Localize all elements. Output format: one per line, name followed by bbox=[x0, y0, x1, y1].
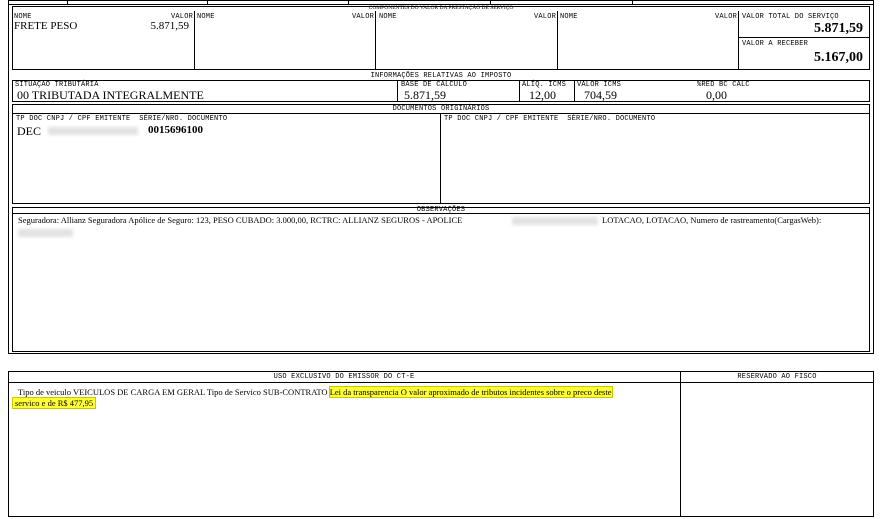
col-divider bbox=[375, 11, 376, 70]
obs-text-2: LOTACAO, LOTACAO, Numero de rastreamento… bbox=[602, 215, 822, 225]
obs-text-1: Seguradora: Allianz Seguradora Apólice d… bbox=[18, 215, 463, 225]
emissor-title: USO EXCLUSIVO DO EMISSOR DO CT-E bbox=[273, 373, 415, 381]
redacted-cnpj bbox=[48, 127, 138, 135]
fisco-divider bbox=[680, 371, 681, 517]
base-value: 5.871,59 bbox=[404, 88, 446, 102]
component-value: 5.871,59 bbox=[150, 20, 190, 32]
emissor-text-plain: Tipo de veiculo VEICULOS DE CARGA EM GER… bbox=[18, 387, 328, 397]
col-divider bbox=[519, 80, 520, 102]
redacted-apolice bbox=[512, 217, 598, 225]
icms-value: 704,59 bbox=[584, 88, 617, 102]
docs-title-divider bbox=[12, 113, 870, 114]
name-label: NOME bbox=[560, 13, 578, 21]
obs-section bbox=[12, 207, 870, 352]
total-divider bbox=[738, 37, 870, 38]
components-title: COMPONENTES DO VALOR DA PRESTAÇÃO DE SER… bbox=[368, 5, 514, 11]
total-label: VALOR TOTAL DO SERVIÇO bbox=[742, 13, 839, 21]
value-label: VALOR bbox=[715, 13, 738, 21]
doc-number: 0015696100 bbox=[148, 124, 203, 136]
col-divider bbox=[440, 113, 441, 204]
receivable-value: 5.167,00 bbox=[814, 50, 863, 65]
docs-col-label: TP DOC CNPJ / CPF EMITENTE SÉRIE/NRO. DO… bbox=[444, 115, 656, 123]
value-label: VALOR bbox=[534, 13, 557, 21]
tax-title: INFORMAÇÕES RELATIVAS AO IMPOSTO bbox=[370, 72, 512, 80]
doc-type: DEC bbox=[17, 124, 41, 138]
top-border bbox=[8, 0, 874, 1]
name-label: NOME bbox=[379, 13, 397, 21]
col-divider bbox=[738, 11, 739, 70]
transparency-highlight: Lei da transparencia O valor aproximado … bbox=[328, 386, 613, 398]
docs-col-label: TP DOC CNPJ / CPF EMITENTE SÉRIE/NRO. DO… bbox=[16, 115, 228, 123]
emissor-title-divider bbox=[8, 382, 874, 383]
col-divider bbox=[557, 11, 558, 70]
emissor-text: Tipo de veiculo VEICULOS DE CARGA EM GER… bbox=[18, 386, 678, 398]
total-value: 5.871,59 bbox=[814, 21, 863, 36]
obs-title-divider bbox=[12, 213, 870, 214]
col-divider bbox=[574, 80, 575, 102]
transparency-highlight-2: servico e de R$ 477,95 bbox=[11, 397, 97, 409]
docs-title: DOCUMENTOS ORIGINÁRIOS bbox=[392, 105, 490, 113]
col-divider bbox=[397, 80, 398, 102]
receivable-label: VALOR A RECEBER bbox=[742, 40, 809, 48]
fisco-title: RESERVADO AO FISCO bbox=[737, 373, 817, 381]
component-name: FRETE PESO bbox=[14, 20, 78, 32]
situation-value: 00 TRIBUTADA INTEGRALMENTE bbox=[17, 88, 204, 102]
value-label: VALOR bbox=[352, 13, 375, 21]
col-divider bbox=[194, 11, 195, 70]
red-value: 0,00 bbox=[706, 88, 727, 102]
aliq-value: 12,00 bbox=[529, 88, 556, 102]
name-label: NOME bbox=[197, 13, 215, 21]
redacted-tracking bbox=[18, 229, 73, 237]
